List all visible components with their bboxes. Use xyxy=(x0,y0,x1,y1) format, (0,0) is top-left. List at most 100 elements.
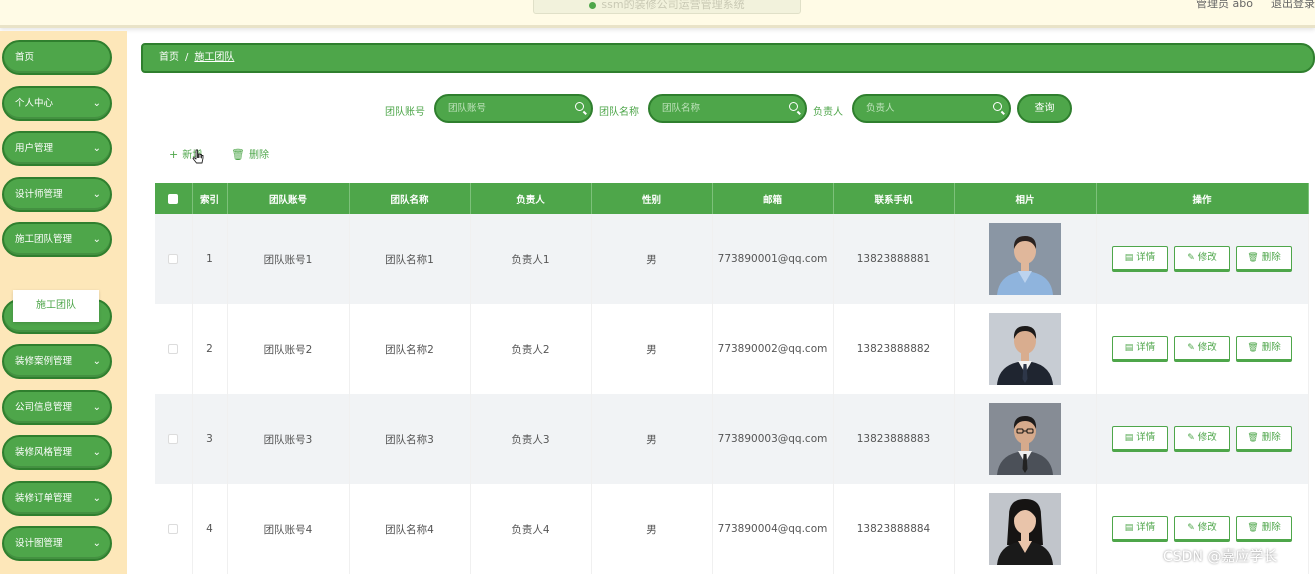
sidebar-item-label: 装修案例管理 xyxy=(15,356,73,367)
cell-select[interactable] xyxy=(155,304,193,394)
edit-button[interactable]: ✎ 修改 xyxy=(1174,426,1230,452)
detail-button[interactable]: ▤ 详情 xyxy=(1112,516,1168,542)
cell-gender: 男 xyxy=(591,394,713,484)
cell-email: 773890002@qq.com xyxy=(712,304,834,394)
plus-icon: + xyxy=(169,148,179,161)
search-label-name: 团队名称 xyxy=(599,107,639,118)
document-icon: ▤ xyxy=(1124,433,1134,443)
sidebar-item-renovation-style-management[interactable]: 装修风格管理 ⌄ xyxy=(2,435,112,470)
cell-phone: 13823888881 xyxy=(833,214,955,304)
delete-button[interactable]: 🗑︎ 删除 xyxy=(1236,516,1292,542)
row-checkbox[interactable] xyxy=(168,254,179,264)
cell-account: 团队账号2 xyxy=(227,304,350,394)
edit-button[interactable]: ✎ 修改 xyxy=(1174,336,1230,362)
team-photo xyxy=(989,403,1061,475)
watermark: CSDN @嘉应学长 xyxy=(1163,549,1278,565)
cell-index: 2 xyxy=(192,304,228,394)
cell-select[interactable] xyxy=(155,394,193,484)
cell-leader: 负责人3 xyxy=(470,394,592,484)
delete-button[interactable]: 🗑︎ 删除 xyxy=(1236,426,1292,452)
sidebar-item-user-management[interactable]: 用户管理 ⌄ xyxy=(2,131,112,166)
cell-name: 团队名称3 xyxy=(349,394,471,484)
chevron-down-icon: ⌄ xyxy=(92,493,101,504)
cell-leader: 负责人2 xyxy=(470,304,592,394)
sidebar-item-construction-team-management[interactable]: 施工团队管理 ⌄ xyxy=(2,222,112,257)
search-button[interactable]: 查询 xyxy=(1017,94,1072,123)
breadcrumb-home[interactable]: 首页 xyxy=(159,52,179,63)
detail-button-label: 详情 xyxy=(1136,342,1156,353)
edit-button[interactable]: ✎ 修改 xyxy=(1174,246,1230,272)
batch-delete-button[interactable]: 🗑︎ 删除 xyxy=(231,146,269,161)
sidebar-item-design-drawing-management[interactable]: 设计图管理 ⌄ xyxy=(2,526,112,561)
sidebar-item-home[interactable]: 首页 xyxy=(2,40,112,75)
cell-name: 团队名称1 xyxy=(349,214,471,304)
document-icon: ▤ xyxy=(1124,523,1134,533)
cell-phone: 13823888884 xyxy=(833,484,955,574)
delete-button[interactable]: 🗑︎ 删除 xyxy=(1236,246,1292,272)
pencil-icon: ✎ xyxy=(1187,523,1195,533)
cell-select[interactable] xyxy=(155,484,193,574)
cell-actions: ▤ 详情 ✎ 修改 🗑︎ 删除 xyxy=(1096,304,1309,394)
row-checkbox[interactable] xyxy=(168,434,179,444)
sidebar-item-label: 设计师管理 xyxy=(15,189,63,200)
document-icon: ▤ xyxy=(1124,253,1134,263)
edit-button-label: 修改 xyxy=(1197,342,1217,353)
detail-button[interactable]: ▤ 详情 xyxy=(1112,426,1168,452)
sidebar-item-label: 装修风格管理 xyxy=(15,447,73,458)
header-gender: 性别 xyxy=(591,183,713,214)
cell-name: 团队名称4 xyxy=(349,484,471,574)
detail-button[interactable]: ▤ 详情 xyxy=(1112,336,1168,362)
edit-button[interactable]: ✎ 修改 xyxy=(1174,516,1230,542)
row-checkbox[interactable] xyxy=(168,524,179,534)
search-input-account-placeholder: 团队账号 xyxy=(448,103,487,114)
submenu-item-construction-team[interactable]: 施工团队 xyxy=(13,290,99,322)
sidebar-item-label: 公司信息管理 xyxy=(15,402,73,413)
system-title-text: ssm的装修公司运营管理系统 xyxy=(601,0,745,11)
breadcrumb: 首页 / 施工团队 xyxy=(141,43,1315,73)
chevron-down-icon: ⌄ xyxy=(92,98,101,109)
trash-icon: 🗑︎ xyxy=(1247,523,1259,533)
sidebar-item-company-info-management[interactable]: 公司信息管理 ⌄ xyxy=(2,390,112,425)
row-checkbox[interactable] xyxy=(168,344,179,354)
search-input-name[interactable]: 团队名称 xyxy=(648,94,807,123)
cell-gender: 男 xyxy=(591,304,713,394)
detail-button[interactable]: ▤ 详情 xyxy=(1112,246,1168,272)
logo-dot-icon xyxy=(589,1,597,9)
header-leader: 负责人 xyxy=(470,183,592,214)
table-row: 3 团队账号3 团队名称3 负责人3 男 773890003@qq.com 13823888… xyxy=(155,394,1309,484)
cell-account: 团队账号4 xyxy=(227,484,350,574)
breadcrumb-current[interactable]: 施工团队 xyxy=(194,52,234,63)
logout-link[interactable]: 退出登录 xyxy=(1271,0,1315,11)
cell-select[interactable] xyxy=(155,214,193,304)
search-input-account[interactable]: 团队账号 xyxy=(434,94,593,123)
header-name: 团队名称 xyxy=(349,183,471,214)
search-input-leader[interactable]: 负责人 xyxy=(852,94,1011,123)
sidebar-item-designer-management[interactable]: 设计师管理 ⌄ xyxy=(2,177,112,212)
cell-index: 4 xyxy=(192,484,228,574)
sidebar-item-renovation-case-management[interactable]: 装修案例管理 ⌄ xyxy=(2,344,112,379)
detail-button-label: 详情 xyxy=(1136,522,1156,533)
trash-icon: 🗑︎ xyxy=(231,148,245,161)
chevron-down-icon: ⌄ xyxy=(92,143,101,154)
pencil-icon: ✎ xyxy=(1187,433,1195,443)
header-phone: 联系手机 xyxy=(833,183,955,214)
pencil-icon: ✎ xyxy=(1187,253,1195,263)
cell-gender: 男 xyxy=(591,484,713,574)
current-user[interactable]: 管理员 abo xyxy=(1196,0,1253,11)
delete-button-label: 删除 xyxy=(1261,252,1281,263)
sidebar-item-label: 个人中心 xyxy=(15,98,54,109)
sidebar-item-label: 用户管理 xyxy=(15,143,54,154)
search-label-leader: 负责人 xyxy=(813,107,843,118)
header-select-all[interactable] xyxy=(155,183,193,214)
detail-button-label: 详情 xyxy=(1136,252,1156,263)
sidebar-item-personal-center[interactable]: 个人中心 ⌄ xyxy=(2,86,112,121)
row-actions: ▤ 详情 ✎ 修改 🗑︎ 删除 xyxy=(1097,516,1308,542)
chevron-down-icon: ⌄ xyxy=(92,538,101,549)
sidebar-item-renovation-order-management[interactable]: 装修订单管理 ⌄ xyxy=(2,481,112,516)
edit-button-label: 修改 xyxy=(1197,432,1217,443)
pencil-icon: ✎ xyxy=(1187,343,1195,353)
delete-button-label: 删除 xyxy=(1261,342,1281,353)
delete-button[interactable]: 🗑︎ 删除 xyxy=(1236,336,1292,362)
select-all-checkbox[interactable] xyxy=(168,193,179,204)
cell-account: 团队账号1 xyxy=(227,214,350,304)
